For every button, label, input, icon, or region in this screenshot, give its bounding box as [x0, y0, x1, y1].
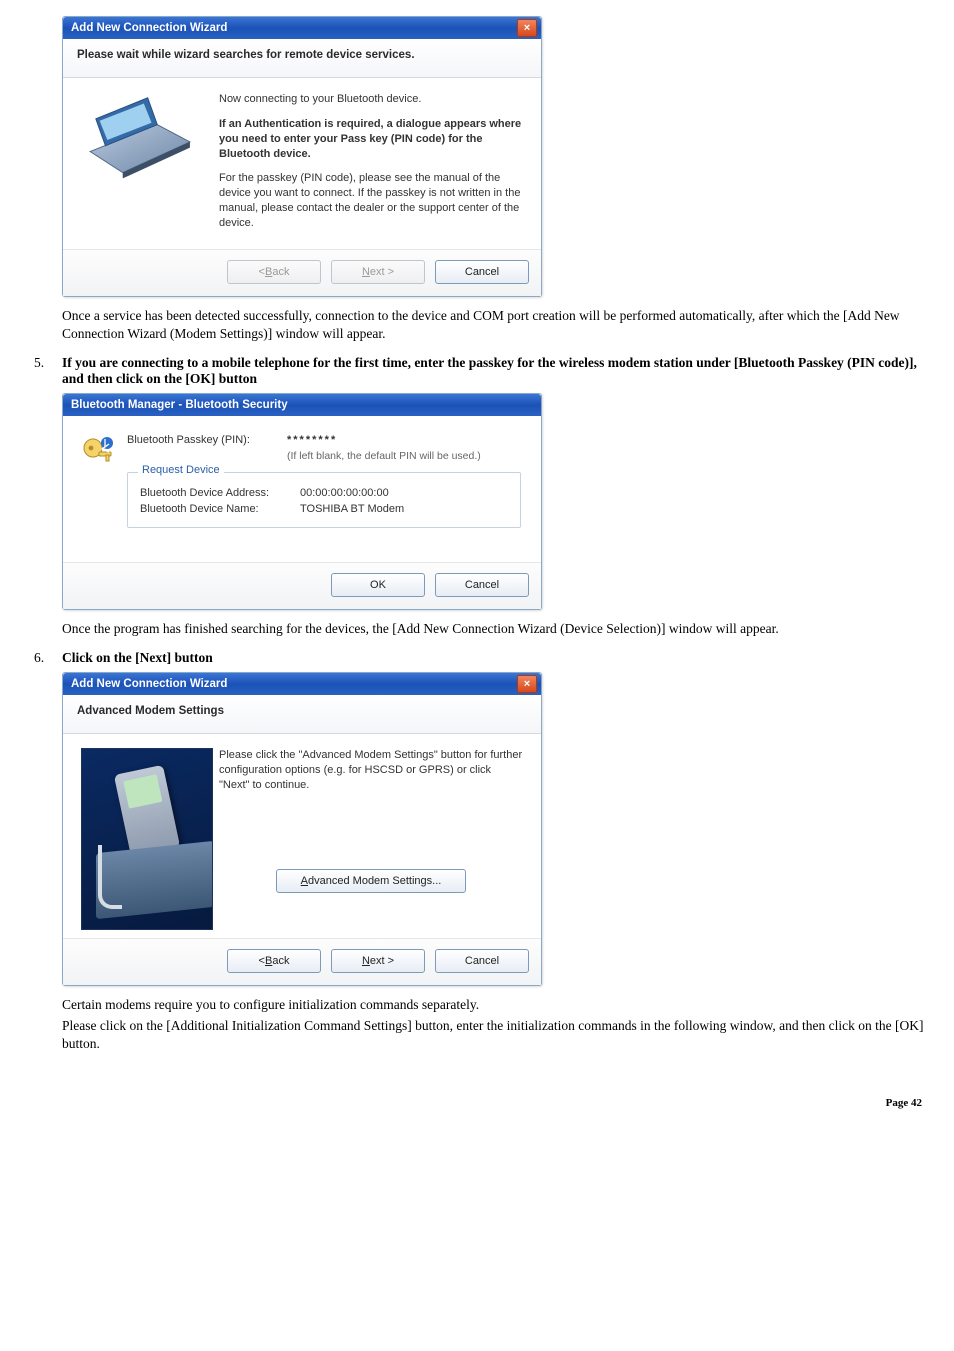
msg-auth: If an Authentication is required, a dial…	[219, 117, 523, 162]
cancel-button[interactable]: Cancel	[435, 949, 529, 973]
msg-manual: For the passkey (PIN code), please see t…	[219, 171, 523, 230]
para-modems-config: Certain modems require you to configure …	[62, 996, 926, 1014]
titlebar[interactable]: Add New Connection Wizard ×	[63, 673, 541, 695]
page-number: Page 42	[28, 1097, 922, 1109]
wizard-illustration	[81, 748, 211, 930]
bluetooth-security-dialog: Bluetooth Manager - Bluetooth Security B…	[62, 393, 542, 610]
window-title: Add New Connection Wizard	[71, 678, 227, 690]
window-title: Bluetooth Manager - Bluetooth Security	[71, 399, 288, 411]
cancel-button[interactable]: Cancel	[435, 260, 529, 284]
ok-button[interactable]: OK	[331, 573, 425, 597]
next-button: Next >	[331, 260, 425, 284]
name-label: Bluetooth Device Name:	[140, 503, 300, 515]
step-number: 5.	[34, 355, 62, 371]
next-button[interactable]: Next >	[331, 949, 425, 973]
back-button[interactable]: < Back	[227, 949, 321, 973]
msg-advanced: Please click the "Advanced Modem Setting…	[219, 748, 523, 793]
name-value: TOSHIBA BT Modem	[300, 503, 404, 515]
request-device-fieldset: Request Device Bluetooth Device Address:…	[127, 472, 521, 528]
titlebar[interactable]: Bluetooth Manager - Bluetooth Security	[63, 394, 541, 416]
wizard-search-dialog: Add New Connection Wizard × Please wait …	[62, 16, 542, 297]
advanced-modem-dialog: Add New Connection Wizard × Advanced Mod…	[62, 672, 542, 986]
dialog-heading: Advanced Modem Settings	[63, 695, 541, 734]
passkey-label: Bluetooth Passkey (PIN):	[127, 434, 287, 446]
para-service-detected: Once a service has been detected success…	[62, 307, 926, 343]
dialog-heading: Please wait while wizard searches for re…	[63, 39, 541, 78]
advanced-modem-settings-button[interactable]: Advanced Modem Settings...	[276, 869, 466, 893]
wizard-illustration	[81, 92, 211, 191]
step6-text: Click on the [Next] button	[62, 650, 926, 666]
addr-value: 00:00:00:00:00:00	[300, 487, 389, 499]
cancel-button[interactable]: Cancel	[435, 573, 529, 597]
passkey-input[interactable]: ********	[287, 434, 337, 446]
close-icon[interactable]: ×	[517, 19, 537, 37]
step-number: 6.	[34, 650, 62, 666]
para-modems-click: Please click on the [Additional Initiali…	[62, 1017, 926, 1053]
back-button: < Back	[227, 260, 321, 284]
passkey-sub: (If left blank, the default PIN will be …	[287, 450, 521, 462]
fieldset-legend: Request Device	[138, 464, 224, 476]
titlebar[interactable]: Add New Connection Wizard ×	[63, 17, 541, 39]
para-search-finished: Once the program has finished searching …	[62, 620, 926, 638]
addr-label: Bluetooth Device Address:	[140, 487, 300, 499]
window-title: Add New Connection Wizard	[71, 22, 227, 34]
close-icon[interactable]: ×	[517, 675, 537, 693]
msg-connecting: Now connecting to your Bluetooth device.	[219, 92, 523, 107]
bluetooth-key-icon	[81, 436, 115, 470]
step5-text: If you are connecting to a mobile teleph…	[62, 355, 926, 387]
